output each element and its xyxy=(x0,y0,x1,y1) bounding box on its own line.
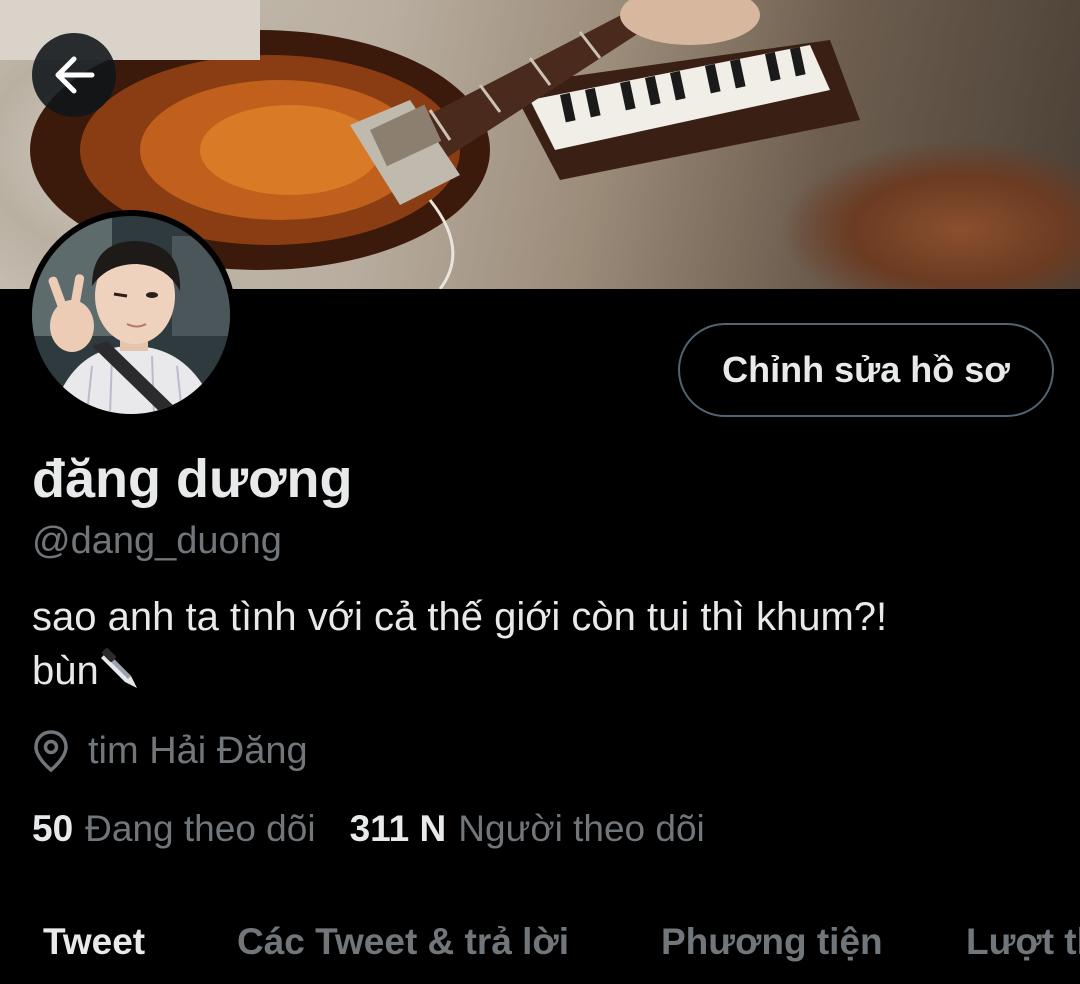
tab-media[interactable]: Phương tiện xyxy=(661,921,883,963)
display-name: đăng dương xyxy=(32,449,353,509)
bio: sao anh ta tình với cả thế giới còn tui … xyxy=(32,590,1052,704)
user-handle: @dang_duong xyxy=(32,520,282,562)
following-link[interactable]: 50 Đang theo dõi xyxy=(32,808,316,850)
back-button[interactable] xyxy=(32,33,116,117)
bio-line-1: sao anh ta tình với cả thế giới còn tui … xyxy=(32,595,888,639)
followers-link[interactable]: 311 N Người theo dõi xyxy=(350,808,705,850)
followers-label: Người theo dõi xyxy=(458,808,705,849)
location: tim Hải Đăng xyxy=(32,728,308,774)
tab-tweets-and-replies[interactable]: Các Tweet & trả lời xyxy=(237,921,569,963)
edit-profile-button[interactable]: Chỉnh sửa hồ sơ xyxy=(678,323,1054,417)
tab-tweets[interactable]: Tweet xyxy=(43,921,145,963)
follow-stats: 50 Đang theo dõi 311 N Người theo dõi xyxy=(32,808,739,850)
bio-line-2-text: bùn xyxy=(32,649,99,693)
knife-emoji-icon xyxy=(100,648,143,704)
bio-line-2: bùn xyxy=(32,644,1052,704)
location-pin-icon xyxy=(32,728,74,774)
profile-tabs: Tweet Các Tweet & trả lời Phương tiện Lư… xyxy=(0,915,1080,984)
following-label: Đang theo dõi xyxy=(85,808,316,849)
avatar-image xyxy=(32,216,230,414)
avatar[interactable] xyxy=(26,210,236,420)
tab-likes[interactable]: Lượt thích xyxy=(966,921,1080,963)
back-arrow-icon xyxy=(55,56,95,94)
followers-count: 311 N xyxy=(349,808,447,849)
following-count: 50 xyxy=(32,808,74,849)
location-text: tim Hải Đăng xyxy=(88,729,308,772)
